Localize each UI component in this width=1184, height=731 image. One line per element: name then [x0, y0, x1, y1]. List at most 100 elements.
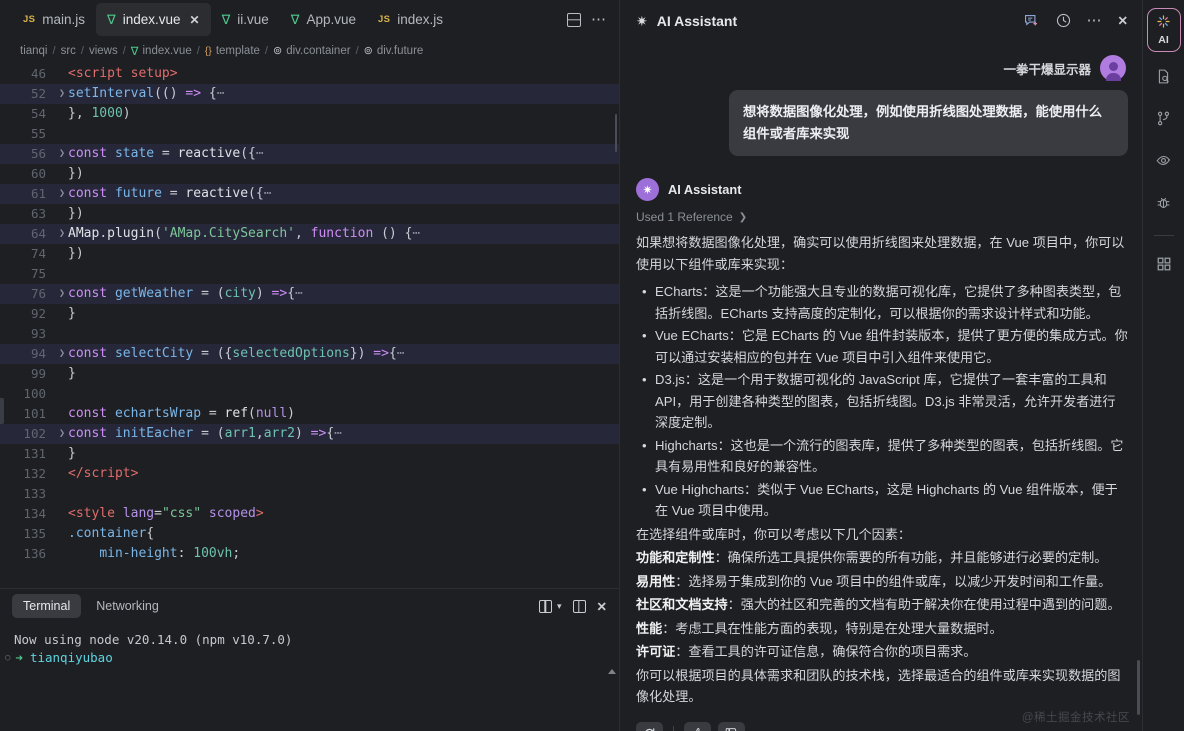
line-number: 132 [0, 464, 56, 484]
code-text: AMap.plugin('AMap.CitySearch', function … [68, 224, 619, 244]
history-icon[interactable] [1055, 12, 1072, 29]
breadcrumb-item-div-future[interactable]: ⊚div.future [364, 44, 424, 57]
split-terminal-icon[interactable] [539, 600, 552, 613]
editor-tab-index-vue[interactable]: ∇index.vue✕ [96, 3, 211, 36]
regenerate-button[interactable] [636, 722, 663, 731]
code-line[interactable]: 135.container{ [0, 524, 619, 544]
more-tabs-icon[interactable]: ⋯ [591, 12, 607, 27]
code-line[interactable]: 101const echartsWrap = ref(null) [0, 404, 619, 424]
split-editor-icon[interactable] [567, 13, 581, 27]
tab-networking[interactable]: Networking [85, 594, 170, 618]
chat-scroll-area[interactable]: 一拳干爆显示器 想将数据图像化处理，例如使用折线图处理数据，能使用什么组件或者库… [620, 41, 1142, 731]
code-line[interactable]: 55 [0, 124, 619, 144]
code-editor[interactable]: 46<script setup>52❯setInterval(() => {⋯5… [0, 62, 619, 588]
code-line[interactable]: 99} [0, 364, 619, 384]
vue-icon: ∇ [222, 13, 231, 26]
code-line[interactable]: 133 [0, 484, 619, 504]
breadcrumb-item-index-vue[interactable]: ∇index.vue [131, 44, 192, 58]
close-panel-icon[interactable]: ✕ [1118, 13, 1128, 28]
breadcrumb-label: src [61, 45, 76, 57]
code-line[interactable]: 64❯AMap.plugin('AMap.CitySearch', functi… [0, 224, 619, 244]
sidebar-item-plugins[interactable] [1147, 245, 1181, 287]
editor-edge-marker [0, 398, 4, 424]
code-line[interactable]: 46<script setup> [0, 64, 619, 84]
fold-toggle-icon[interactable]: ❯ [56, 284, 68, 304]
code-line[interactable]: 131} [0, 444, 619, 464]
breadcrumb-item-views[interactable]: views [89, 45, 118, 57]
fold-toggle-icon[interactable]: ❯ [56, 144, 68, 164]
more-options-icon[interactable]: ⋯ [1087, 13, 1103, 28]
code-line[interactable]: 60}) [0, 164, 619, 184]
code-line[interactable]: 94❯const selectCity = ({selectedOptions}… [0, 344, 619, 364]
code-line[interactable]: 132</script> [0, 464, 619, 484]
editor-tab-label: main.js [42, 12, 85, 27]
editor-tab-index-js[interactable]: JS index.js [367, 0, 454, 39]
move-terminal-icon[interactable] [573, 600, 586, 613]
thumbs-up-button[interactable] [684, 722, 711, 731]
fold-toggle-icon[interactable]: ❯ [56, 84, 68, 104]
fold-toggle-icon[interactable]: ❯ [56, 344, 68, 364]
code-line[interactable]: 76❯const getWeather = (city) =>{⋯ [0, 284, 619, 304]
breadcrumb: tianqi/src/views/∇index.vue/{}template/⊚… [0, 39, 619, 62]
terminal-output[interactable]: Now using node v20.14.0 (npm v10.7.0) ○ … [0, 623, 619, 731]
line-number: 60 [0, 164, 56, 184]
close-terminal-icon[interactable]: ✕ [597, 599, 607, 614]
factors-list: 功能和定制性：确保所选工具提供你需要的所有功能，并且能够进行必要的定制。易用性：… [636, 547, 1128, 663]
ai-assistant-panel: ✷ AI Assistant ⋯ ✕ [620, 0, 1142, 731]
terminal-actions: ▾ ✕ [539, 599, 607, 614]
assistant-intro-paragraph: 如果想将数据图像化处理，确实可以使用折线图来处理数据，在 Vue 项目中，你可以… [636, 232, 1128, 275]
editor-scrollbar[interactable] [615, 114, 617, 152]
code-line[interactable]: 52❯setInterval(() => {⋯ [0, 84, 619, 104]
code-line[interactable]: 100 [0, 384, 619, 404]
fold-toggle-icon[interactable]: ❯ [56, 424, 68, 444]
factor-term: 性能 [636, 621, 662, 636]
code-line[interactable]: 54}, 1000) [0, 104, 619, 124]
close-tab-icon[interactable]: ✕ [190, 14, 200, 26]
sidebar-item-ai-label: AI [1158, 35, 1169, 46]
code-line[interactable]: 61❯const future = reactive({⋯ [0, 184, 619, 204]
terminal-prompt-path: tianqiyubao [30, 649, 113, 667]
fold-toggle-icon[interactable]: ❯ [56, 184, 68, 204]
code-line[interactable]: 75 [0, 264, 619, 284]
new-chat-icon[interactable] [1023, 12, 1040, 29]
code-line[interactable]: 93 [0, 324, 619, 344]
breadcrumb-item-src[interactable]: src [61, 45, 76, 57]
line-number: 134 [0, 504, 56, 524]
tab-terminal[interactable]: Terminal [12, 594, 81, 618]
editor-tab-App-vue[interactable]: ∇App.vue [280, 0, 367, 39]
sidebar-item-search-everywhere[interactable] [1147, 58, 1181, 100]
code-line[interactable]: 102❯const initEacher = (arr1,arr2) =>{⋯ [0, 424, 619, 444]
line-number: 99 [0, 364, 56, 384]
breadcrumb-item-tianqi[interactable]: tianqi [20, 45, 48, 57]
chat-scrollbar[interactable] [1137, 660, 1140, 715]
app-root: JSmain.js∇index.vue✕∇ii.vue∇App.vueJSind… [0, 0, 1184, 731]
braces-icon: {} [205, 45, 212, 57]
user-message-bubble: 想将数据图像化处理，例如使用折线图处理数据，能使用什么组件或者库来实现 [729, 90, 1128, 156]
sidebar-item-version-control[interactable] [1147, 100, 1181, 142]
avatar-person-icon [1109, 62, 1118, 71]
sidebar-item-ai[interactable]: AI [1147, 8, 1181, 52]
sidebar-item-preview[interactable] [1147, 142, 1181, 184]
thumbs-down-button[interactable] [718, 722, 745, 731]
line-number: 102 [0, 424, 56, 444]
code-line[interactable]: 92} [0, 304, 619, 324]
fold-toggle-icon[interactable]: ❯ [56, 224, 68, 244]
breadcrumb-item-template[interactable]: {}template [205, 45, 260, 57]
editor-tab-main-js[interactable]: JSmain.js [12, 0, 96, 39]
js-icon: JS [378, 14, 390, 25]
editor-tab-label: App.vue [306, 12, 356, 27]
editor-tab-label: index.js [397, 12, 443, 27]
sidebar-item-debug[interactable] [1147, 184, 1181, 226]
used-reference-row[interactable]: Used 1 Reference ❯ [636, 210, 1128, 224]
breadcrumb-item-div-container[interactable]: ⊚div.container [273, 44, 351, 57]
code-line[interactable]: 63}) [0, 204, 619, 224]
terminal-scroll-indicator[interactable] [608, 669, 616, 674]
code-line[interactable]: 56❯const state = reactive({⋯ [0, 144, 619, 164]
library-list: ECharts：这是一个功能强大且专业的数据可视化库，它提供了多种图表类型，包括… [636, 281, 1128, 522]
code-text: const state = reactive({⋯ [68, 144, 619, 164]
editor-tab-ii-vue[interactable]: ∇ii.vue [211, 0, 280, 39]
code-line[interactable]: 134<style lang="css" scoped> [0, 504, 619, 524]
code-line[interactable]: 74}) [0, 244, 619, 264]
code-line[interactable]: 136 min-height: 100vh; [0, 544, 619, 564]
terminal-options-chevron-icon[interactable]: ▾ [557, 601, 562, 612]
